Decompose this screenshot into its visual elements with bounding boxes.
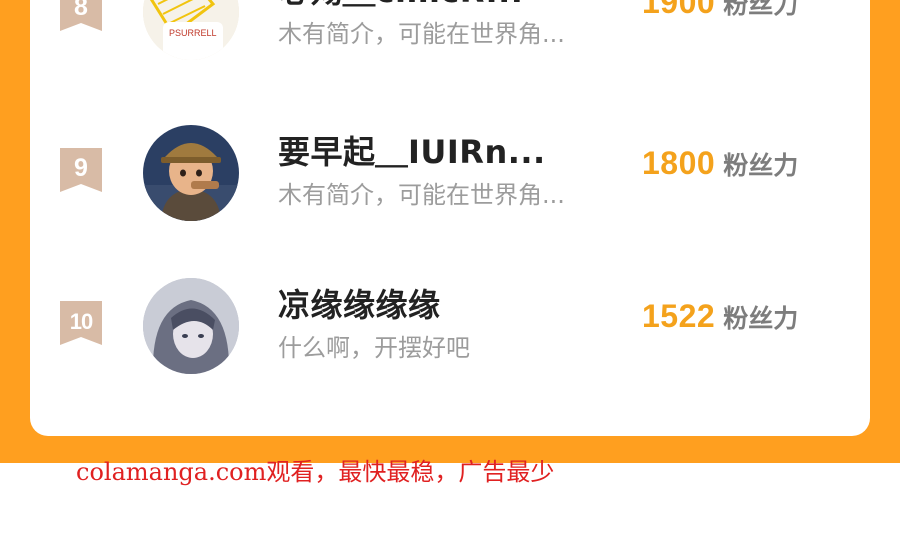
- rank-badge: 10: [58, 301, 104, 347]
- svg-text:PSURRELL: PSURRELL: [169, 28, 217, 38]
- fan-power-unit: 粉丝力: [723, 151, 799, 180]
- user-bio: 木有简介，可能在世界角...: [278, 181, 565, 209]
- rank-badge: 9: [58, 148, 104, 194]
- fan-power-value: 1800: [642, 145, 716, 181]
- ranking-card: 8 PSURRELL 心殇＿clmcR... 木有简介，可能在世界角... 19…: [30, 0, 870, 436]
- avatar-boy-yellow-net-icon: PSURRELL: [143, 0, 239, 60]
- user-avatar[interactable]: [143, 278, 239, 374]
- user-bio: 什么啊，开摆好吧: [278, 334, 470, 362]
- fan-power-value: 1522: [642, 298, 716, 334]
- fan-power-unit: 粉丝力: [723, 0, 799, 19]
- user-avatar[interactable]: [143, 125, 239, 221]
- fan-power-unit: 粉丝力: [723, 304, 799, 333]
- fan-power: 1900 粉丝力: [642, 0, 872, 21]
- ranking-row[interactable]: 9 要早起＿IUIRn... 木有简介，可能在世界角... 1800 粉丝力: [30, 125, 872, 228]
- user-avatar[interactable]: PSURRELL: [143, 0, 239, 60]
- avatar-anime-girl-icon: [143, 278, 239, 374]
- rank-number: 10: [69, 309, 93, 334]
- user-name[interactable]: 心殇＿clmcR...: [278, 0, 608, 12]
- ranking-row[interactable]: 8 PSURRELL 心殇＿clmcR... 木有简介，可能在世界角... 19…: [30, 0, 870, 67]
- avatar-cartoon-boy-cap-icon: [143, 125, 239, 221]
- rank-badge: 8: [58, 0, 104, 33]
- fan-power: 1522 粉丝力: [642, 298, 872, 335]
- user-name[interactable]: 凉缘缘缘缘: [278, 280, 608, 326]
- ranking-row[interactable]: 10 凉缘缘缘缘 什么啊，开摆好吧 1522 粉丝力: [30, 278, 872, 381]
- watermark-text: colamanga.com观看，最快最稳，广告最少: [76, 458, 555, 486]
- user-bio: 木有简介，可能在世界角...: [278, 20, 565, 48]
- rank-number: 8: [74, 0, 88, 21]
- user-name[interactable]: 要早起＿IUIRn...: [278, 127, 608, 173]
- fan-power: 1800 粉丝力: [642, 145, 872, 182]
- fan-power-value: 1900: [642, 0, 716, 20]
- rank-number: 9: [74, 154, 88, 182]
